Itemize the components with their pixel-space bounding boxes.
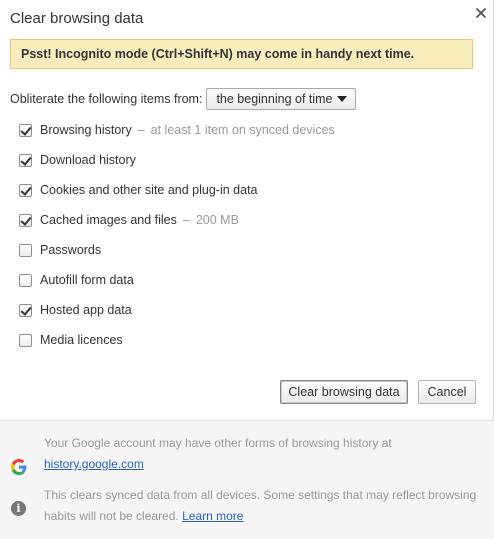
dialog-title: Clear browsing data [10,10,144,27]
time-range-select[interactable]: the beginning of time [206,88,357,110]
clear-browsing-data-button[interactable]: Clear browsing data [280,380,408,404]
checkbox-unchecked[interactable] [19,243,32,257]
checkbox-checked[interactable] [19,213,32,227]
google-g-icon [11,459,27,475]
triangle-down-icon [337,96,348,102]
close-button[interactable] [471,3,491,23]
option-row[interactable]: Passwords [19,241,101,259]
option-label: Passwords [40,243,102,257]
time-range-label: Obliterate the following items from: [10,92,203,106]
clear-browsing-data-dialog: Clear browsing data Psst! Incognito mode… [0,0,494,539]
option-row[interactable]: Cached images and files –200 MB [19,211,239,229]
option-label: Hosted app data [40,303,132,317]
option-row[interactable]: Media licences [19,331,123,349]
checkbox-checked[interactable] [19,303,32,317]
cancel-button[interactable]: Cancel [418,380,476,404]
google-history-text: Your Google account may have other forms… [44,436,392,450]
option-label: Cached images and files [40,213,177,227]
option-detail-separator: – [182,213,190,227]
checkbox-unchecked[interactable] [19,333,32,347]
option-row[interactable]: Hosted app data [19,301,132,319]
info-icon: i [11,501,26,516]
history-google-link[interactable]: history.google.com [44,457,144,471]
option-label: Download history [40,153,136,167]
option-detail-separator: – [137,123,145,137]
option-label: Media licences [40,333,123,347]
option-detail: at least 1 item on synced devices [150,123,335,137]
option-row[interactable]: Cookies and other site and plug-in data [19,181,258,199]
option-row[interactable]: Download history [19,151,136,169]
time-range-row: Obliterate the following items from: the… [10,87,357,111]
checkbox-checked[interactable] [19,123,32,137]
option-row[interactable]: Autofill form data [19,271,134,289]
option-detail: 200 MB [195,213,239,227]
dialog-footer: Your Google account may have other forms… [0,420,494,539]
checkbox-checked[interactable] [19,153,32,167]
time-range-selected-value: the beginning of time [216,92,333,106]
close-icon [476,8,486,18]
checkbox-unchecked[interactable] [19,273,32,287]
option-row[interactable]: Browsing history – at least 1 item on sync… [19,121,335,139]
checkbox-checked[interactable] [19,183,32,197]
option-label: Autofill form data [40,273,134,287]
option-label: Browsing history [40,123,132,137]
option-label: Cookies and other site and plug-in data [40,183,258,197]
synced-data-text: This clears synced data from all devices… [44,488,477,523]
learn-more-link[interactable]: Learn more [182,509,243,523]
incognito-tip-banner: Psst! Incognito mode (Ctrl+Shift+N) may … [10,39,473,69]
